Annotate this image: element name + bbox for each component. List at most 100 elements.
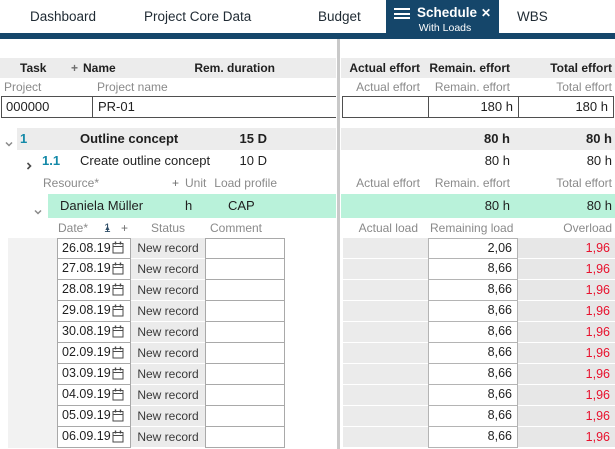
- load-table-row: 06.09.19 New record 8,66 1,96: [0, 427, 615, 448]
- status-cell: New record: [131, 406, 205, 426]
- tab-wbs[interactable]: WBS: [517, 9, 548, 24]
- actual-load-cell: [343, 364, 428, 384]
- comment-input[interactable]: [205, 385, 285, 406]
- task-wbs-link[interactable]: 1: [20, 128, 27, 150]
- load-table-row: 27.08.19 New record 8,66 1,96: [0, 259, 615, 280]
- task-wbs-link[interactable]: 1.1: [42, 150, 60, 172]
- pane-divider[interactable]: [336, 39, 341, 449]
- tab-bar: Dashboard Project Core Data Budget WBS S…: [0, 0, 615, 39]
- col-total-effort-label: Total effort: [550, 61, 612, 75]
- col-rem-duration-label: Rem. duration: [194, 61, 275, 75]
- project-total-effort-input[interactable]: 180 h: [518, 96, 614, 118]
- tab-schedule-active[interactable]: Schedule ✕ With Loads: [386, 0, 499, 39]
- actual-load-cell: [343, 301, 428, 321]
- status-cell: New record: [131, 343, 205, 363]
- overload-cell: 1,96: [518, 301, 615, 321]
- col-name-label: Name: [83, 61, 116, 75]
- resource-unit: h: [185, 198, 193, 213]
- comment-input[interactable]: [205, 301, 285, 322]
- remaining-load-input[interactable]: 8,66: [428, 259, 518, 280]
- remaining-load-input[interactable]: 8,66: [428, 406, 518, 427]
- resource-row-selected[interactable]: Daniela Müller h CAP 80 h 80 h: [0, 194, 615, 218]
- project-label: Project: [4, 80, 42, 94]
- tab-dashboard[interactable]: Dashboard: [30, 9, 96, 24]
- col-resource-label: Resource*: [43, 176, 100, 190]
- load-table-row: 29.08.19 New record 8,66 1,96: [0, 301, 615, 322]
- comment-input[interactable]: [205, 343, 285, 364]
- project-name-input[interactable]: PR-01: [92, 96, 337, 118]
- project-name-label: Project name: [97, 80, 168, 94]
- task-rem-duration: 15 D: [239, 131, 267, 146]
- actual-load-cell: [343, 427, 428, 447]
- project-id-input[interactable]: 000000: [1, 96, 93, 118]
- col-task-label: Task: [20, 61, 47, 75]
- actual-load-cell: [343, 322, 428, 342]
- overload-cell: 1,96: [518, 280, 615, 300]
- close-tab-icon[interactable]: ✕: [481, 6, 491, 20]
- status-cell: New record: [131, 322, 205, 342]
- remaining-load-input[interactable]: 8,66: [428, 301, 518, 322]
- overload-cell: 1,96: [518, 259, 615, 279]
- load-table-row: 26.08.19 New record 2,06 1,96: [0, 238, 615, 259]
- remaining-load-input[interactable]: 8,66: [428, 322, 518, 343]
- actual-load-cell: [343, 280, 428, 300]
- resource-name: Daniela Müller: [60, 198, 144, 213]
- col-remain-effort-label: Remain. effort: [429, 61, 510, 75]
- status-cell: New record: [131, 427, 205, 447]
- resource-actual-effort-label: Actual effort: [356, 176, 420, 190]
- comment-input[interactable]: [205, 322, 285, 343]
- status-cell: New record: [131, 364, 205, 384]
- overload-cell: 1,96: [518, 427, 615, 447]
- effort-grid-subheader: Project Project name Actual effort Remai…: [0, 78, 615, 96]
- project-row: 000000 PR-01 180 h 180 h: [0, 96, 615, 118]
- status-cell: New record: [131, 238, 205, 258]
- remaining-load-input[interactable]: 8,66: [428, 385, 518, 406]
- active-tab-subtitle: With Loads: [418, 22, 472, 34]
- overload-cell: 1,96: [518, 343, 615, 363]
- col-comment-label: Comment: [210, 221, 263, 235]
- tab-project-core-data[interactable]: Project Core Data: [144, 9, 251, 24]
- resource-header: Resource* + Unit Load profile Actual eff…: [0, 172, 615, 194]
- actual-load-cell: [343, 385, 428, 405]
- task-name: Outline concept: [80, 131, 179, 146]
- overload-cell: 1,96: [518, 364, 615, 384]
- col-actual-load-label: Actual load: [358, 221, 418, 235]
- menu-icon[interactable]: [394, 8, 410, 20]
- tab-budget[interactable]: Budget: [318, 9, 361, 24]
- resource-total-effort: 80 h: [586, 198, 612, 213]
- load-table-row: 30.08.19 New record 8,66 1,96: [0, 322, 615, 343]
- status-cell: New record: [131, 280, 205, 300]
- actual-load-cell: [343, 259, 428, 279]
- col-status-label: Status: [150, 221, 186, 235]
- load-table-row: 05.09.19 New record 8,66 1,96: [0, 406, 615, 427]
- remaining-load-input[interactable]: 8,66: [428, 427, 518, 448]
- tabbar-underline: [0, 33, 615, 39]
- project-actual-effort-input[interactable]: [342, 96, 429, 118]
- task-total-effort: 80 h: [585, 131, 612, 146]
- remaining-load-input[interactable]: 2,06: [428, 238, 518, 259]
- status-cell: New record: [131, 301, 205, 321]
- add-task-button[interactable]: +: [71, 58, 78, 78]
- comment-input[interactable]: [205, 259, 285, 280]
- add-load-row-button[interactable]: +: [121, 219, 128, 238]
- comment-input[interactable]: [205, 238, 285, 259]
- comment-input[interactable]: [205, 364, 285, 385]
- remaining-load-input[interactable]: 8,66: [428, 364, 518, 385]
- task-row-1: 1 Outline concept 15 D 80 h 80 h: [0, 128, 615, 150]
- comment-input[interactable]: [205, 280, 285, 301]
- task-rem-duration: 10 D: [239, 153, 267, 168]
- task-remain-effort: 80 h: [483, 131, 510, 146]
- comment-input[interactable]: [205, 406, 285, 427]
- col-remaining-load-label: Remaining load: [430, 221, 514, 235]
- overload-cell: 1,96: [518, 238, 615, 258]
- load-rows: 26.08.19 New record 2,06 1,96 27.08.19 N…: [0, 238, 615, 448]
- overload-cell: 1,96: [518, 385, 615, 405]
- load-table-row: 28.08.19 New record 8,66 1,96: [0, 280, 615, 301]
- remaining-load-input[interactable]: 8,66: [428, 280, 518, 301]
- comment-input[interactable]: [205, 427, 285, 448]
- remaining-load-input[interactable]: 8,66: [428, 343, 518, 364]
- resource-remain-effort: 80 h: [484, 198, 510, 213]
- project-remain-effort-input[interactable]: 180 h: [428, 96, 519, 118]
- sort-ascending-control[interactable]: 1 ▲: [104, 219, 111, 238]
- total-effort-sublabel: Total effort: [556, 80, 612, 94]
